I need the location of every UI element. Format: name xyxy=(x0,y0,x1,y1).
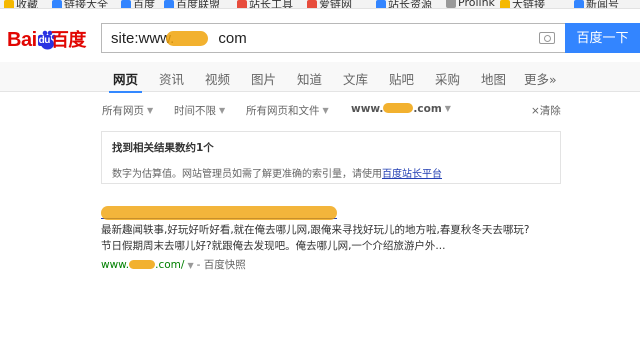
clear-filters-button[interactable]: ×清除 xyxy=(531,103,561,118)
result-abstract: 最新趣闻轶事,好玩好听好看,就在俺去哪儿网,跟俺来寻找好玩儿的地方啦,春夏秋冬天… xyxy=(101,224,530,252)
redaction-blur xyxy=(129,260,156,269)
result-url: www. .com/▼ - 百度快照 xyxy=(101,259,246,271)
tab-zhidao[interactable]: 知道 xyxy=(297,69,322,88)
redaction-blur xyxy=(166,31,208,46)
bookmark-item[interactable]: 站长工具 xyxy=(237,0,293,8)
tab-images[interactable]: 图片 xyxy=(251,69,276,88)
bookmark-icon xyxy=(52,0,62,8)
caret-down-icon: ▼ xyxy=(444,104,451,113)
snapshot-link[interactable]: - 百度快照 xyxy=(197,259,246,271)
result-count-desc: 数字为估算值。网站管理员如需了解更准确的索引量，请使用百度站长平台 xyxy=(112,169,442,180)
bookmark-item[interactable]: 新闻号 xyxy=(574,0,619,8)
tab-purchase[interactable]: 采购 xyxy=(435,69,460,88)
baidu-logo[interactable]: Bai du百度 xyxy=(7,26,86,52)
search-input[interactable]: site:www. com xyxy=(101,23,565,53)
bookmark-icon xyxy=(121,0,131,8)
search-button[interactable]: 百度一下 xyxy=(565,23,640,53)
bookmark-item[interactable]: 链接大全 xyxy=(52,0,108,8)
tab-web[interactable]: 网页 xyxy=(108,69,143,93)
result-count-title: 找到相关结果数约1个 xyxy=(112,142,214,154)
redaction-blur xyxy=(101,206,337,220)
bookmark-item[interactable]: Prolink xyxy=(446,0,495,8)
caret-down-icon: ▼ xyxy=(147,106,154,115)
bookmark-item[interactable]: 百度联盟 xyxy=(164,0,220,8)
caret-down-icon: ▼ xyxy=(219,106,226,115)
bookmark-icon xyxy=(446,0,456,8)
bookmark-item[interactable]: 百度 xyxy=(121,0,155,8)
bookmark-item[interactable]: 爱链网 xyxy=(307,0,352,8)
tab-news[interactable]: 资讯 xyxy=(159,69,184,88)
bookmark-item[interactable]: 收藏 xyxy=(4,0,38,8)
tab-tieba[interactable]: 贴吧 xyxy=(389,69,414,88)
bookmark-icon xyxy=(164,0,174,8)
search-tabs: 网页 资讯 视频 图片 知道 文库 贴吧 采购 地图 更多» xyxy=(0,62,640,93)
tab-more[interactable]: 更多» xyxy=(524,69,557,88)
bookmark-item[interactable]: 站长资源 xyxy=(376,0,432,8)
caret-down-icon: ▼ xyxy=(322,106,329,115)
tab-map[interactable]: 地图 xyxy=(481,69,506,88)
bookmark-icon xyxy=(237,0,247,8)
star-icon xyxy=(4,0,14,8)
bookmarks-bar: 收藏 链接大全 百度 百度联盟 站长工具 爱链网 站长资源 Prolink 大链… xyxy=(0,0,640,9)
result-title-link[interactable] xyxy=(101,200,571,222)
filter-time[interactable]: 时间不限 ▼ xyxy=(174,103,225,118)
bookmark-icon xyxy=(500,0,510,8)
bookmark-icon xyxy=(376,0,386,8)
bookmark-item[interactable]: 大链接 xyxy=(500,0,545,8)
camera-icon[interactable] xyxy=(539,32,555,44)
filter-filetype[interactable]: 所有网页和文件 ▼ xyxy=(246,103,329,118)
bookmark-icon xyxy=(574,0,584,8)
filter-bar: 所有网页 ▼ 时间不限 ▼ 所有网页和文件 ▼ www. .com ▼ ×清除 xyxy=(0,100,640,120)
caret-down-icon[interactable]: ▼ xyxy=(187,261,193,270)
tab-video[interactable]: 视频 xyxy=(205,69,230,88)
search-result: 最新趣闻轶事,好玩好听好看,就在俺去哪儿网,跟俺来寻找好玩儿的地方啦,春夏秋冬天… xyxy=(101,200,571,272)
tab-wenku[interactable]: 文库 xyxy=(343,69,368,88)
filter-pages[interactable]: 所有网页 ▼ xyxy=(102,103,153,118)
redaction-blur xyxy=(383,103,414,113)
search-header: Bai du百度 site:www. com 百度一下 xyxy=(0,10,640,62)
bookmark-icon xyxy=(307,0,317,8)
result-count-box: 找到相关结果数约1个 数字为估算值。网站管理员如需了解更准确的索引量，请使用百度… xyxy=(101,131,561,184)
filter-site[interactable]: www. .com ▼ xyxy=(351,103,451,115)
webmaster-platform-link[interactable]: 百度站长平台 xyxy=(382,169,442,180)
